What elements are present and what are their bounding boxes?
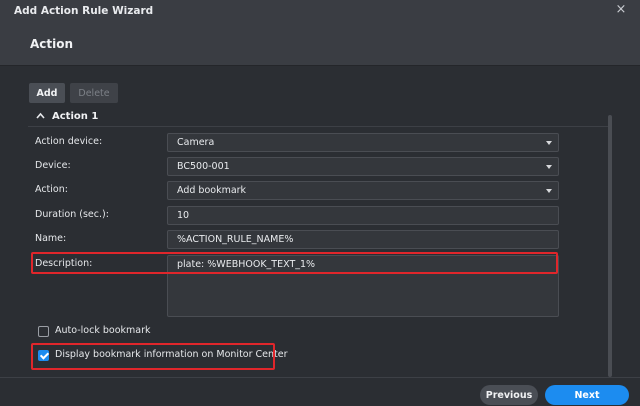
- scrollbar[interactable]: [608, 115, 612, 377]
- action-section-header[interactable]: Action 1: [28, 107, 612, 127]
- action-device-value: Camera: [177, 137, 215, 148]
- name-label: Name:: [35, 233, 67, 244]
- window-title: Add Action Rule Wizard: [14, 5, 154, 17]
- action-label: Action:: [35, 184, 68, 195]
- chevron-down-icon: [546, 141, 552, 145]
- device-label: Device:: [35, 160, 71, 171]
- page-title: Action: [30, 37, 74, 51]
- duration-label: Duration (sec.):: [35, 209, 109, 220]
- next-button[interactable]: Next: [545, 385, 629, 405]
- action-value: Add bookmark: [177, 185, 247, 196]
- auto-lock-checkbox[interactable]: [38, 326, 49, 337]
- duration-value: 10: [177, 210, 190, 221]
- description-textarea[interactable]: plate: %WEBHOOK_TEXT_1%: [167, 255, 559, 317]
- action-select[interactable]: Add bookmark: [167, 181, 559, 200]
- device-value: BC500-001: [177, 161, 230, 172]
- chevron-down-icon: [546, 165, 552, 169]
- chevron-down-icon: [546, 189, 552, 193]
- previous-button[interactable]: Previous: [480, 385, 538, 405]
- title-bar: Add Action Rule Wizard ×: [0, 0, 640, 24]
- chevron-up-icon: [36, 111, 45, 122]
- duration-input[interactable]: 10: [167, 206, 559, 225]
- name-value: %ACTION_RULE_NAME%: [177, 234, 294, 245]
- wizard-window: Add Action Rule Wizard × Action Add Dele…: [0, 0, 640, 406]
- action-device-label: Action device:: [35, 136, 103, 147]
- description-value: plate: %WEBHOOK_TEXT_1%: [177, 259, 316, 270]
- display-info-checkbox[interactable]: [38, 350, 49, 361]
- delete-button[interactable]: Delete: [70, 83, 118, 103]
- display-info-label: Display bookmark information on Monitor …: [55, 349, 288, 360]
- name-input[interactable]: %ACTION_RULE_NAME%: [167, 230, 559, 249]
- add-button[interactable]: Add: [29, 83, 65, 103]
- auto-lock-label: Auto-lock bookmark: [55, 325, 151, 336]
- action-device-select[interactable]: Camera: [167, 133, 559, 152]
- content-area: Add Delete Action 1 Action device: Camer…: [0, 67, 640, 377]
- description-label: Description:: [35, 258, 93, 269]
- device-select[interactable]: BC500-001: [167, 157, 559, 176]
- footer-bar: Previous Next: [0, 377, 640, 406]
- section-title: Action 1: [52, 111, 99, 122]
- step-header: Action: [0, 24, 640, 66]
- close-icon[interactable]: ×: [614, 3, 628, 17]
